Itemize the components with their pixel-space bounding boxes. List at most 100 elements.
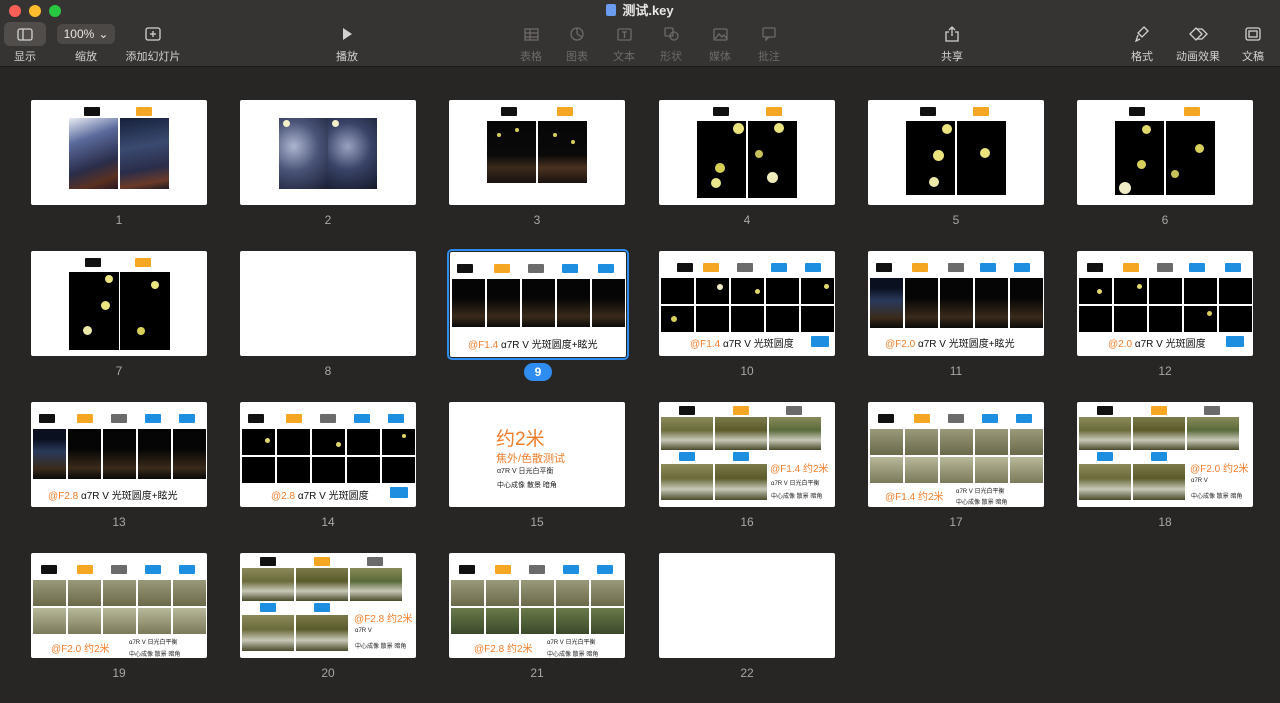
slide-label-tag — [1189, 263, 1205, 272]
diamond-icon — [1174, 22, 1222, 46]
photo — [1010, 278, 1043, 328]
comment-button[interactable]: 批注 — [754, 22, 784, 64]
bokeh-dot — [929, 177, 939, 187]
photo — [242, 615, 294, 651]
slide-label-tag — [1097, 406, 1113, 415]
photo — [870, 457, 903, 483]
slide-caption: @F2.0 约2米 — [51, 644, 110, 655]
slide-text: 中心成像 散景 暗角 — [956, 500, 1008, 506]
slide-thumbnail-12[interactable]: @2.0 α7R V 光斑圆度 — [1077, 251, 1253, 356]
photo — [120, 118, 169, 189]
table-button[interactable]: 表格 — [516, 22, 546, 64]
photo — [1133, 417, 1185, 450]
photo — [715, 464, 767, 500]
slide-label-tag — [733, 452, 749, 461]
slide-thumbnail-2[interactable] — [240, 100, 416, 205]
zoom-select[interactable]: 100% ⌄ — [57, 24, 115, 44]
chart-button[interactable]: 图表 — [562, 22, 592, 64]
photo — [1149, 278, 1182, 304]
slide-thumbnail-11[interactable]: @F2.0 α7R V 光斑圆度+眩光 — [868, 251, 1044, 356]
slide-thumbnail-10[interactable]: @F1.4 α7R V 光斑圆度 — [659, 251, 835, 356]
slide-label-tag — [677, 263, 693, 272]
photo — [1184, 306, 1217, 332]
photo — [557, 279, 590, 327]
bokeh-dot — [151, 281, 159, 289]
slide-label-tag — [912, 263, 928, 272]
zoom-control[interactable]: 100% ⌄ 缩放 — [56, 22, 116, 64]
slide-label-tag — [1129, 107, 1145, 116]
slide-thumbnail-4[interactable] — [659, 100, 835, 205]
slide-text: α7R V 日光白平衡 — [497, 468, 554, 475]
document-button[interactable]: 文稿 — [1238, 22, 1268, 64]
photo — [905, 457, 938, 483]
bokeh-dot — [1171, 170, 1179, 178]
slide-number: 21 — [530, 666, 544, 680]
slide-thumbnail-8[interactable] — [240, 251, 416, 356]
shape-button[interactable]: 形状 — [656, 22, 686, 64]
slide-thumbnail-6[interactable] — [1077, 100, 1253, 205]
view-button[interactable]: 显示 — [4, 22, 46, 64]
slide-thumbnail-14[interactable]: @2.8 α7R V 光斑圆度 — [240, 402, 416, 507]
bokeh-dot — [933, 150, 944, 161]
slide-thumbnail-16[interactable]: @F1.4 约2米 α7R V 日光白平衡 中心成像 散景 暗角 — [659, 402, 835, 507]
format-button[interactable]: 格式 — [1127, 22, 1157, 64]
slide-thumbnail-17[interactable]: @F1.4 约2米 α7R V 日光白平衡 中心成像 散景 暗角 — [868, 402, 1044, 507]
slide-label-tag — [77, 414, 93, 423]
play-icon — [330, 22, 364, 46]
slide-text: 中心成像 散景 暗角 — [1191, 494, 1243, 500]
slide-caption: @2.8 α7R V 光斑圆度 — [271, 491, 369, 502]
slide-thumbnail-1[interactable] — [31, 100, 207, 205]
slide-thumbnail-18[interactable]: @F2.0 约2米 α7R V 中心成像 散景 暗角 — [1077, 402, 1253, 507]
photo — [591, 608, 624, 634]
paintbrush-icon — [1127, 22, 1157, 46]
slide-label-tag — [1014, 263, 1030, 272]
slide-thumbnail-20[interactable]: @F2.8 约2米 α7R V 中心成像 散景 暗角 — [240, 553, 416, 658]
bokeh-dot — [105, 275, 113, 283]
photo — [766, 306, 799, 332]
slide-thumbnail-21[interactable]: @F2.8 约2米 α7R V 日光白平衡 中心成像 散景 暗角 — [449, 553, 625, 658]
slide-text: α7R V 日光白平衡 — [129, 640, 178, 646]
photo — [279, 118, 328, 189]
photo — [68, 429, 101, 479]
slide-text: 中心成像 散景 暗角 — [129, 652, 181, 658]
bokeh-dot — [265, 438, 270, 443]
slide-thumbnail-9[interactable]: @F1.4 α7R V 光斑圆度+眩光 — [447, 249, 629, 360]
slide-number: 19 — [112, 666, 126, 680]
photo — [1149, 306, 1182, 332]
bokeh-dot — [101, 301, 110, 310]
add-slide-button[interactable]: 添加幻灯片 — [122, 22, 184, 64]
slide-thumbnail-15[interactable]: 约2米 焦外/色散测试 α7R V 日光白平衡 中心成像 散景 暗角 — [449, 402, 625, 507]
slide-number: 13 — [112, 515, 126, 529]
share-button[interactable]: 共享 — [937, 22, 967, 64]
play-button[interactable]: 播放 — [330, 22, 364, 64]
slide-thumbnail-22[interactable] — [659, 553, 835, 658]
bokeh-dot — [553, 133, 557, 137]
slide-thumbnail-19[interactable]: @F2.0 约2米 α7R V 日光白平衡 中心成像 散景 暗角 — [31, 553, 207, 658]
slide-label-tag — [1226, 336, 1244, 347]
slide-thumbnail-5[interactable] — [868, 100, 1044, 205]
slide-label-tag — [248, 414, 264, 423]
slide-label-tag — [1016, 414, 1032, 423]
slide-text: 中心成像 散景 暗角 — [355, 644, 407, 650]
animate-button[interactable]: 动画效果 — [1174, 22, 1222, 64]
document-label: 文稿 — [1242, 51, 1264, 63]
text-button[interactable]: 文本 — [609, 22, 639, 64]
zoom-label: 缩放 — [75, 51, 97, 63]
media-button[interactable]: 媒体 — [705, 22, 735, 64]
slide-thumbnail-3[interactable] — [449, 100, 625, 205]
slide-label-tag — [390, 487, 408, 498]
photo — [975, 278, 1008, 328]
slide-label-tag — [982, 414, 998, 423]
slide-thumbnail-7[interactable] — [31, 251, 207, 356]
photo — [975, 457, 1008, 483]
photo — [451, 608, 484, 634]
bokeh-dot — [774, 123, 784, 133]
photo — [68, 580, 101, 606]
slide-caption: @F2.8 α7R V 光斑圆度+眩光 — [48, 491, 178, 502]
add-slide-label: 添加幻灯片 — [125, 51, 181, 63]
slide-label-tag — [494, 264, 510, 273]
slide-thumbnail-13[interactable]: @F2.8 α7R V 光斑圆度+眩光 — [31, 402, 207, 507]
photo — [33, 429, 66, 479]
photo — [766, 278, 799, 304]
slide-number: 18 — [1158, 515, 1172, 529]
